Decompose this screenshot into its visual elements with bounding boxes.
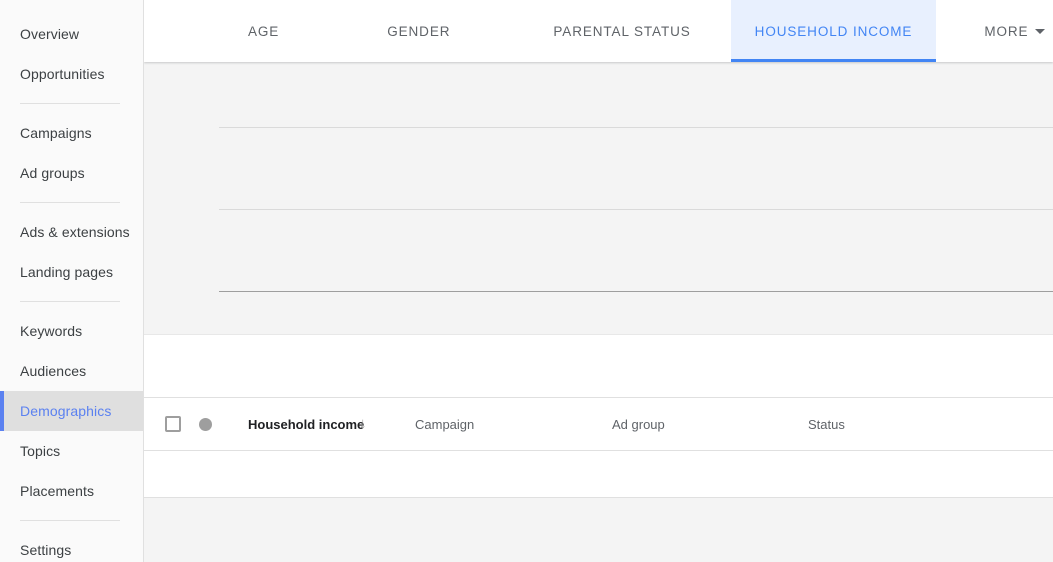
table-empty-state-row: You don't h [144,451,1053,498]
sidebar-item-label: Opportunities [20,54,105,94]
sidebar-item-label: Ad groups [20,153,85,193]
status-circle-icon[interactable] [199,418,212,431]
sidebar-item-label: Landing pages [20,252,113,292]
chart-axis-baseline [219,291,1053,292]
tab-household-income[interactable]: HOUSEHOLD INCOME [731,0,937,62]
sidebar-item-placements[interactable]: Placements [0,471,143,511]
sidebar-item-label: Ads & extensions [20,212,130,252]
tab-more-label: MORE [984,24,1028,39]
chevron-down-icon [1035,29,1045,34]
table-header-row: Household income ↓ Campaign Ad group Sta… [144,397,1053,451]
tab-parental-status[interactable]: PARENTAL STATUS [529,0,714,62]
demographics-table-card: Household income ↓ Campaign Ad group Sta… [144,334,1053,498]
tab-gender-label: GENDER [387,24,450,39]
sidebar-item-keywords[interactable]: Keywords [0,311,143,351]
sidebar-item-ads-extensions[interactable]: Ads & extensions [0,212,143,252]
sidebar-item-label: Audiences [20,351,86,391]
google-ads-demographics-page: OverviewOpportunities CampaignsAd groups A… [0,0,1053,562]
sidebar-divider [20,202,120,203]
sidebar-item-landing-pages[interactable]: Landing pages [0,252,143,292]
chart-gridline [219,127,1053,128]
performance-chart-panel [144,62,1053,334]
chart-plot-area [219,62,1053,334]
sidebar-item-settings[interactable]: Settings [0,530,143,562]
sidebar-divider [20,520,120,521]
sidebar-item-label: Topics [20,431,60,471]
page-footer-background [144,498,1053,562]
tab-parental-status-label: PARENTAL STATUS [553,24,690,39]
sidebar-item-demographics[interactable]: Demographics [0,391,143,431]
sidebar-item-label: Demographics [20,391,111,431]
chart-gridline [219,209,1053,210]
column-header-ad-group[interactable]: Ad group [612,417,665,432]
sidebar-item-label: Settings [20,530,71,562]
sidebar-item-ad-groups[interactable]: Ad groups [0,153,143,193]
tab-age-label: AGE [248,24,279,39]
table-toolbar-area [144,335,1053,397]
sidebar-item-overview[interactable]: Overview [0,14,143,54]
tab-household-income-label: HOUSEHOLD INCOME [755,24,913,39]
tab-more[interactable]: MORE [960,0,1053,62]
sidebar-item-opportunities[interactable]: Opportunities [0,54,143,94]
column-header-campaign[interactable]: Campaign [415,417,474,432]
sidebar-item-label: Campaigns [20,113,92,153]
demographics-tab-bar: AGE GENDER PARENTAL STATUS HOUSEHOLD INC… [144,0,1053,62]
sidebar-item-label: Placements [20,471,94,511]
sidebar-item-label: Keywords [20,311,82,351]
sort-descending-icon[interactable]: ↓ [359,416,373,432]
column-header-household-income[interactable]: Household income [248,417,364,432]
tab-gender[interactable]: GENDER [363,0,474,62]
sidebar-item-label: Overview [20,14,79,54]
sidebar-divider [20,103,120,104]
column-header-status[interactable]: Status [808,417,845,432]
sidebar-item-audiences[interactable]: Audiences [0,351,143,391]
sidebar-item-topics[interactable]: Topics [0,431,143,471]
sidebar-divider [20,301,120,302]
main-content-area: AGE GENDER PARENTAL STATUS HOUSEHOLD INC… [144,0,1053,562]
sidebar-item-campaigns[interactable]: Campaigns [0,113,143,153]
left-navigation-sidebar: OverviewOpportunities CampaignsAd groups A… [0,0,144,562]
tab-age[interactable]: AGE [224,0,303,62]
select-all-checkbox[interactable] [165,416,181,432]
